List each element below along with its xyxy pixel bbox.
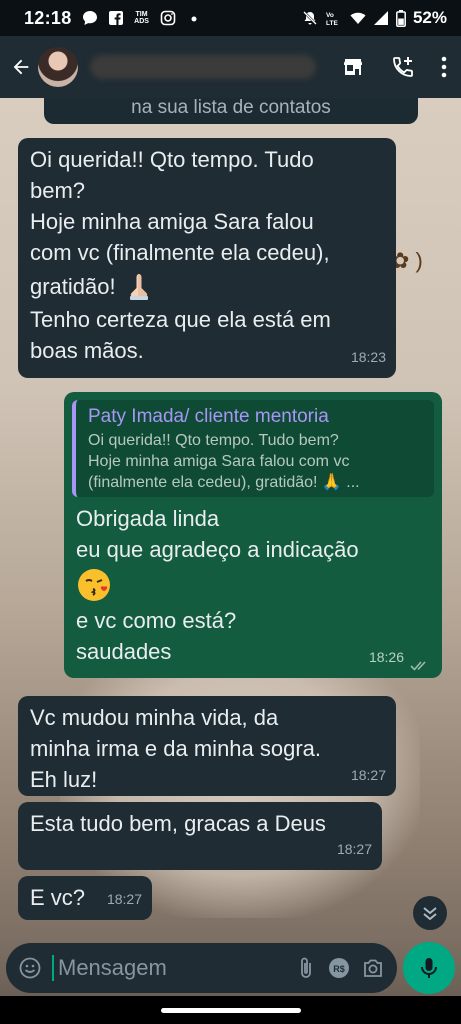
chat-area[interactable]: ✿ ) na sua lista de contatos Oi querida!…: [0, 98, 461, 940]
message-incoming[interactable]: Oi querida!! Qto tempo. Tudo bem? Hoje m…: [18, 138, 396, 378]
message-placeholder[interactable]: Mensagem: [52, 955, 285, 981]
message-time: 18:26: [368, 649, 404, 665]
reply-author: Paty Imada/ cliente mentoria: [88, 406, 329, 427]
kissing-face-icon: [78, 569, 110, 601]
system-note: na sua lista de contatos: [44, 98, 418, 124]
message-line: gratidão!: [30, 273, 116, 299]
praying-hands-icon: [129, 274, 148, 300]
more-vert-icon[interactable]: [441, 56, 447, 78]
mute-icon: [303, 11, 317, 25]
message-line: boas mãos.: [30, 338, 144, 363]
reply-text: Hoje minha amiga Sara falou com vc: [88, 453, 350, 470]
composer-bar: Mensagem R$: [0, 940, 461, 996]
svg-text:R$: R$: [333, 964, 345, 974]
message-line: eu que agradeço a indicação: [76, 537, 359, 562]
scroll-to-bottom-button[interactable]: [413, 896, 447, 930]
battery-icon: [396, 9, 406, 27]
message-line: com vc (finalmente ela cedeu),: [30, 240, 330, 265]
message-incoming[interactable]: Vc mudou minha vida, da minha irma e da …: [18, 696, 396, 796]
instagram-icon: [160, 10, 175, 26]
quoted-reply[interactable]: Paty Imada/ cliente mentoria Oi querida!…: [72, 400, 434, 497]
message-time: 18:27: [350, 767, 386, 783]
message-line: Esta tudo bem, gracas a Deus: [30, 811, 326, 836]
status-time: 12:18: [24, 7, 72, 28]
message-line: Hoje minha amiga Sara falou: [30, 209, 314, 234]
chat-bubble-icon: [82, 11, 97, 25]
message-time: 18:27: [106, 891, 142, 907]
message-line: e vc como está?: [76, 608, 237, 633]
message-line: Oi querida!! Qto tempo. Tudo: [30, 147, 314, 172]
tim-ads-icon: TIM ADS: [134, 11, 149, 25]
wallpaper-flower-decor: ✿ ): [391, 248, 423, 273]
home-gesture-pill[interactable]: [160, 1007, 301, 1013]
reply-text: Oi querida!! Qto tempo. Tudo bem?: [88, 432, 339, 449]
message-line: minha irma e da minha sogra.: [30, 736, 322, 761]
dot-icon: [191, 16, 197, 22]
svg-text:LTE: LTE: [326, 20, 338, 26]
reply-text: (finalmente ela cedeu), gratidão! 🙏 ...: [88, 474, 360, 491]
status-bar: 12:18 TIM ADS Vo LTE 52%: [0, 0, 461, 36]
double-chevron-down-icon: [423, 907, 437, 921]
message-time: 18:27: [336, 841, 372, 857]
contact-avatar[interactable]: [38, 47, 78, 87]
voice-record-button[interactable]: [403, 942, 455, 994]
mic-icon: [421, 958, 437, 978]
payment-icon[interactable]: R$: [327, 956, 351, 980]
svg-text:Vo: Vo: [326, 12, 334, 19]
emoji-icon[interactable]: [18, 956, 42, 980]
add-call-icon[interactable]: [391, 55, 415, 79]
attach-icon[interactable]: [295, 956, 317, 980]
message-incoming[interactable]: Esta tudo bem, gracas a Deus 18:27: [18, 802, 382, 870]
wifi-icon: [350, 12, 366, 24]
chat-header: [0, 36, 461, 98]
back-arrow-icon[interactable]: [10, 56, 32, 78]
read-ticks-icon: [410, 661, 426, 671]
message-time: 18:23: [350, 349, 386, 365]
system-nav-bar: [0, 996, 461, 1024]
message-line: Eh luz!: [30, 767, 98, 792]
message-input[interactable]: Mensagem R$: [6, 943, 397, 993]
store-icon[interactable]: [341, 55, 365, 79]
message-incoming[interactable]: E vc? 18:27: [18, 876, 152, 920]
message-line: Tenho certeza que ela está em: [30, 307, 331, 332]
facebook-icon: [108, 11, 123, 25]
message-line: Obrigada linda: [76, 506, 220, 531]
volte-icon: VoLTE: [326, 12, 338, 26]
camera-icon[interactable]: [361, 956, 385, 980]
contact-name-redacted[interactable]: [90, 55, 316, 79]
message-line: Vc mudou minha vida, da: [30, 705, 279, 730]
message-outgoing[interactable]: Paty Imada/ cliente mentoria Oi querida!…: [64, 392, 442, 678]
message-line: bem?: [30, 178, 86, 203]
signal-icon: [373, 11, 388, 25]
battery-percent: 52%: [412, 8, 447, 27]
